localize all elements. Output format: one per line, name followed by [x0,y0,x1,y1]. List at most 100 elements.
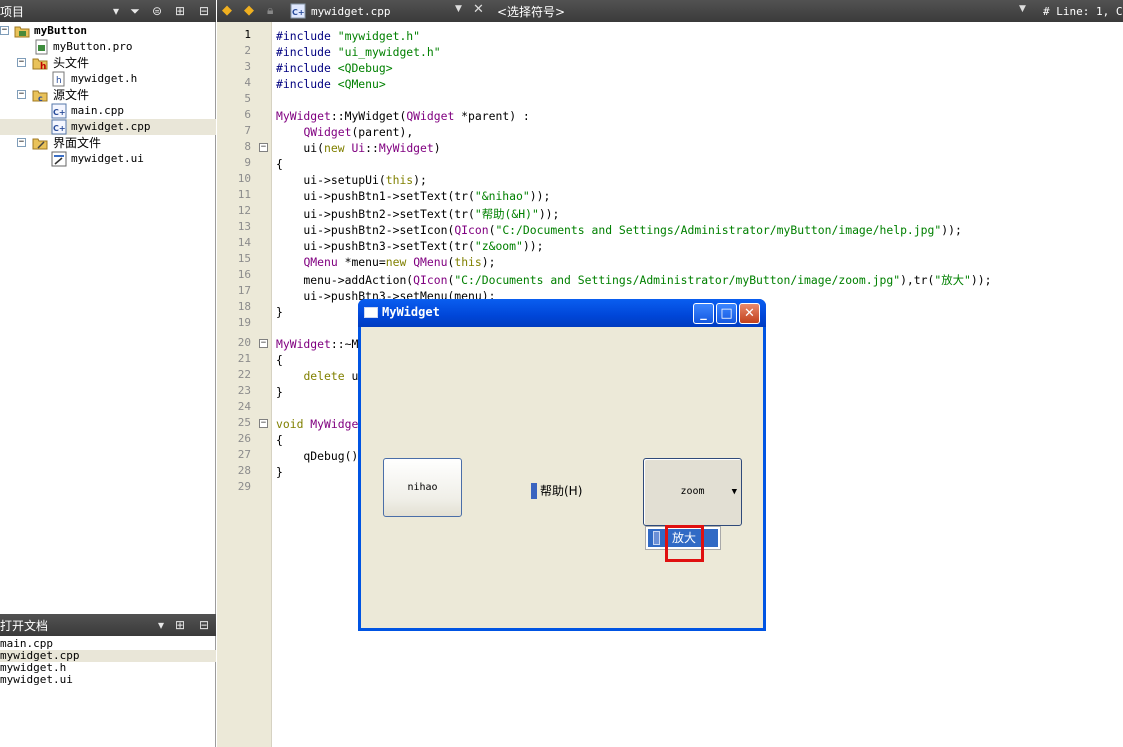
project-folder-icon [14,23,30,39]
tree-item-pro-file[interactable]: myButton.pro [0,39,216,55]
line-number: 18 [237,300,251,313]
code-line: QWidget(parent), [303,125,414,139]
dropdown-arrow-icon[interactable]: ▾ [108,3,124,19]
help-icon [531,483,537,499]
help-button[interactable]: 帮助(H) [531,483,582,499]
dropdown-arrow-icon[interactable]: ▼ [455,4,462,14]
back-icon[interactable]: ◆ [222,3,232,18]
window-title: MyWidget [382,305,440,319]
close-button[interactable]: ✕ [739,303,760,324]
line-number: 19 [237,316,251,329]
line-number: 4 [244,76,251,89]
tree-item-header-file[interactable]: h mywidget.h [0,71,216,87]
split-icon[interactable]: ⊞ [172,3,188,19]
menu-arrow-icon: ▼ [731,487,737,497]
line-number: 15 [237,252,251,265]
line-number: 25 [237,416,251,429]
source-folder-icon: c [32,87,48,103]
svg-text:h: h [40,62,46,71]
line-number: 23 [237,384,251,397]
line-number: 11 [237,188,251,201]
line-number: 27 [237,448,251,461]
tree-label: myButton.pro [53,40,133,53]
line-number: 9 [244,156,251,169]
code-line: MyWidget::MyWidget(QWidget *parent) : [276,109,530,123]
sync-icon[interactable]: ⊜ [149,3,165,19]
window-icon [364,307,378,318]
svg-text:C+: C+ [53,124,66,133]
fold-toggle[interactable]: − [259,339,268,348]
svg-text:C+: C+ [53,108,66,117]
button-label: nihao [407,482,438,493]
tree-label: mywidget.h [71,72,138,85]
fold-toggle[interactable]: − [259,419,268,428]
line-number: 29 [237,480,251,493]
filter-icon[interactable]: ⏷ [127,3,143,19]
forward-icon[interactable]: ◆ [244,3,254,18]
collapse-icon[interactable]: − [17,138,26,147]
open-doc-item[interactable]: mywidget.ui [0,674,216,686]
code-line: ui->pushBtn1->setText(tr("&nihao")); [276,189,551,203]
zoom-menu-button[interactable]: zoom ▼ [643,458,742,526]
header-file-icon: h [51,71,67,87]
tree-item-project[interactable]: − myButton [0,23,216,39]
ui-file-icon [51,151,67,167]
tree-item-sources[interactable]: − c 源文件 [0,87,216,103]
split-icon[interactable]: ⊞ [172,617,188,633]
tree-label: 界面文件 [53,136,102,150]
editor-toolbar: ◆ ◆ 🔒︎ C+ mywidget.cpp ▼ ✕ <选择符号> ▼ # Li… [217,0,1123,22]
close-pane-icon[interactable]: ⊟ [196,3,212,19]
tree-item-headers[interactable]: − h 头文件 [0,55,216,72]
code-line: ui->pushBtn2->setText(tr("帮助(&H)")); [276,207,560,221]
open-docs-pane-header: 打开文档 ▾ ⊞ ⊟ [0,614,216,636]
highlight-box [665,525,704,562]
code-line: #include <QMenu> [276,77,386,91]
tree-label: myButton [34,24,87,37]
lock-icon: 🔒︎ [267,3,274,17]
close-pane-icon[interactable]: ⊟ [196,617,212,633]
code-line: menu->addAction(QIcon("C:/Documents and … [276,273,992,287]
tree-item-mywidget-cpp[interactable]: C+ mywidget.cpp [0,119,216,135]
maximize-button[interactable]: □ [716,303,737,324]
line-number: 2 [244,44,251,57]
dropdown-arrow-icon[interactable]: ▼ [1019,4,1026,14]
window-client-area: nihao 帮助(H) zoom ▼ 放大 [361,327,763,628]
nihao-button[interactable]: nihao [383,458,462,517]
symbol-combo[interactable]: <选择符号> [497,3,565,20]
code-line: } [276,305,283,319]
cursor-position: # Line: 1, C [1043,5,1123,18]
file-combo[interactable]: mywidget.cpp [311,5,390,18]
project-sidebar: 项目 ▾ ⏷ ⊜ ⊞ ⊟ − myButton myButton.pro − h… [0,0,216,747]
line-number: 5 [244,92,251,105]
line-number: 12 [237,204,251,217]
line-number: 8 [244,140,251,153]
open-docs-pane-title: 打开文档 [0,619,49,633]
tree-label: 头文件 [53,56,90,70]
code-line: QMenu *menu=new QMenu(this); [303,255,496,269]
collapse-icon[interactable]: − [17,90,26,99]
pro-file-icon [34,39,50,55]
line-number: 1 [244,28,251,41]
code-line: ui->pushBtn3->setText(tr("z&oom")); [276,239,544,253]
tree-item-ui-file[interactable]: mywidget.ui [0,151,216,167]
cpp-file-icon: C+ [51,103,67,119]
line-number: 7 [244,124,251,137]
line-number: 10 [237,172,251,185]
close-document-icon[interactable]: ✕ [473,2,484,17]
window-titlebar[interactable]: MyWidget _ □ ✕ [358,299,766,327]
dropdown-arrow-icon[interactable]: ▾ [153,617,169,633]
svg-text:c: c [38,94,43,103]
collapse-icon[interactable]: − [0,26,9,35]
tree-label: 源文件 [53,88,90,102]
line-number: 22 [237,368,251,381]
line-number: 6 [244,108,251,121]
cpp-file-icon: C+ [290,3,306,19]
svg-text:h: h [56,76,62,86]
fold-toggle[interactable]: − [259,143,268,152]
code-line: ui->pushBtn2->setIcon(QIcon("C:/Document… [276,223,962,237]
minimize-button[interactable]: _ [693,303,714,324]
collapse-icon[interactable]: − [17,58,26,67]
tree-item-main-cpp[interactable]: C+ main.cpp [0,103,216,119]
line-number: 26 [237,432,251,445]
tree-item-forms[interactable]: − 界面文件 [0,135,216,151]
